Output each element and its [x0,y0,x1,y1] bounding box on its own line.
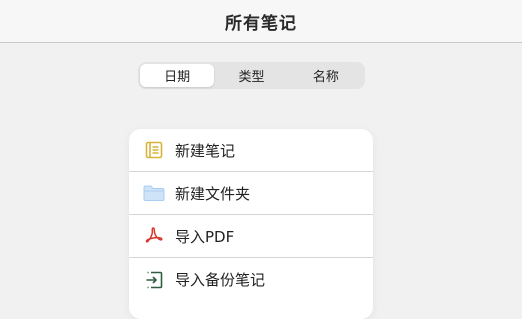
top-bar: 所有笔记 [0,0,522,43]
sort-segmented-control: 日期 类型 名称 [138,62,365,89]
new-note-item[interactable]: 新建笔记 [129,129,373,172]
import-pdf-item[interactable]: 导入PDF [129,215,373,258]
new-note-label: 新建笔记 [175,141,236,160]
new-folder-item[interactable]: 新建文件夹 [129,172,373,215]
pdf-icon [143,225,165,247]
tab-type[interactable]: 类型 [214,64,288,87]
add-menu-popup: 新建笔记 新建文件夹 导入PDF 导入备份笔记 [129,129,373,319]
new-folder-label: 新建文件夹 [175,184,251,203]
page-title: 所有笔记 [225,13,297,34]
import-icon [143,269,165,291]
import-pdf-label: 导入PDF [175,227,235,246]
import-backup-item[interactable]: 导入备份笔记 [129,258,373,301]
import-backup-label: 导入备份笔记 [175,271,266,289]
tab-name[interactable]: 名称 [289,64,363,87]
tab-date[interactable]: 日期 [140,64,215,87]
note-icon [143,139,165,161]
folder-icon [143,182,165,204]
